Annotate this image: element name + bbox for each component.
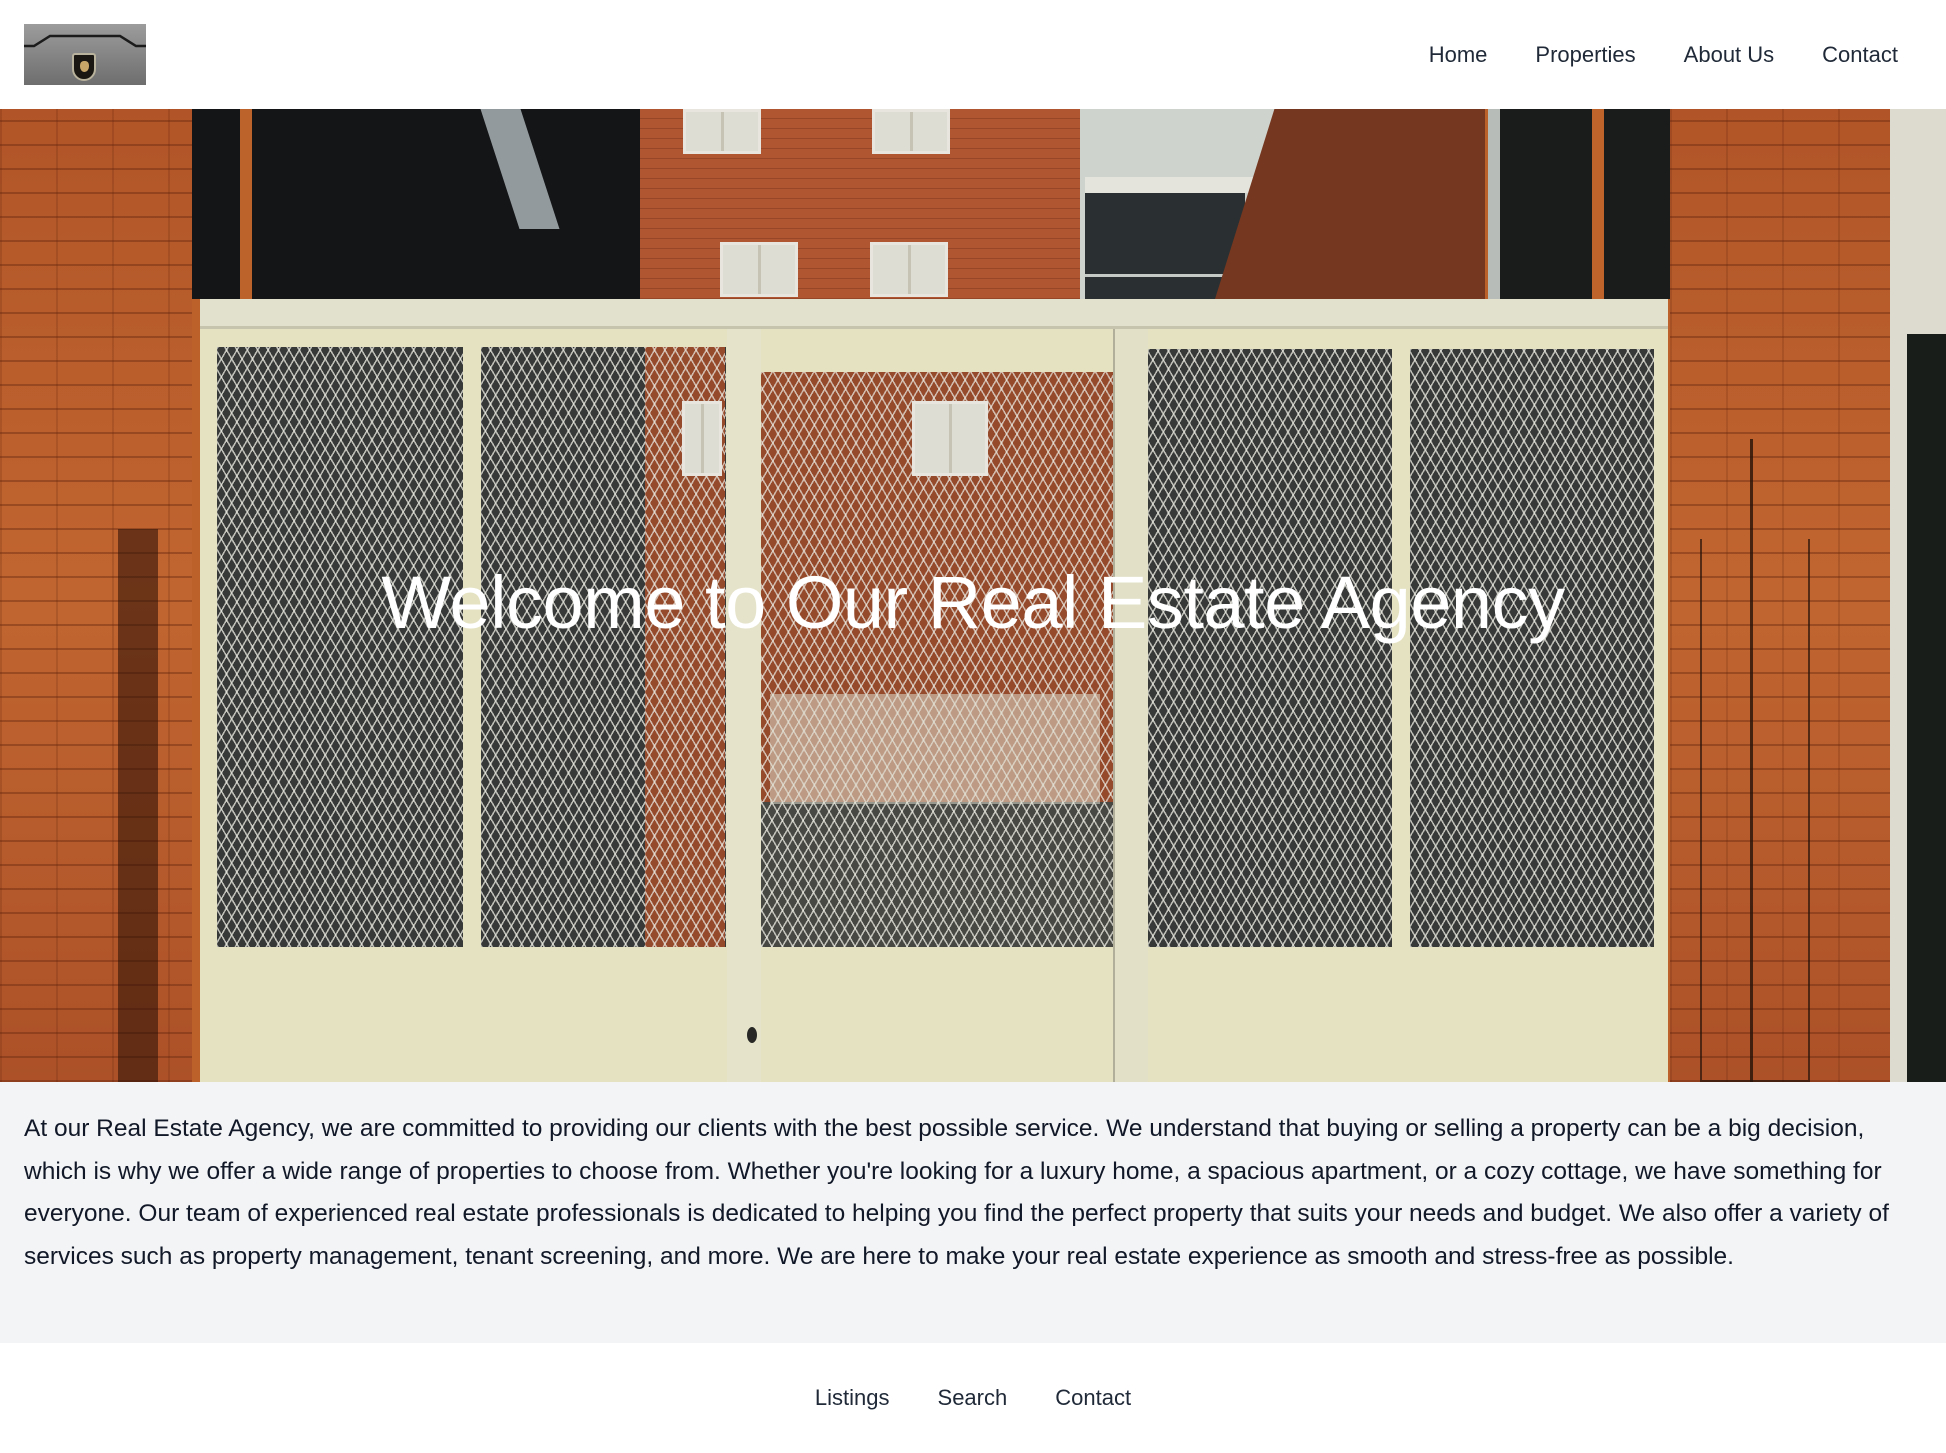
emblem-icon: [72, 53, 96, 81]
site-header: Home Properties About Us Contact: [0, 0, 1946, 109]
footer-link-search[interactable]: Search: [938, 1387, 1008, 1409]
nav-about-us[interactable]: About Us: [1684, 43, 1775, 66]
footer-link-listings[interactable]: Listings: [815, 1387, 890, 1409]
nav-home[interactable]: Home: [1429, 43, 1488, 66]
nav-properties[interactable]: Properties: [1535, 43, 1635, 66]
logo[interactable]: [24, 24, 146, 85]
main-nav: Home Properties About Us Contact: [1429, 0, 1898, 109]
hood-crease-icon: [24, 34, 146, 48]
hero-title: Welcome to Our Real Estate Agency: [381, 561, 1565, 644]
site-footer: Listings Search Contact: [0, 1343, 1946, 1453]
hero-banner: Welcome to Our Real Estate Agency: [0, 109, 1946, 1082]
about-section: At our Real Estate Agency, we are commit…: [0, 1082, 1946, 1343]
about-text: At our Real Estate Agency, we are commit…: [24, 1115, 1889, 1270]
footer-link-contact[interactable]: Contact: [1055, 1387, 1131, 1409]
nav-contact[interactable]: Contact: [1822, 43, 1898, 66]
